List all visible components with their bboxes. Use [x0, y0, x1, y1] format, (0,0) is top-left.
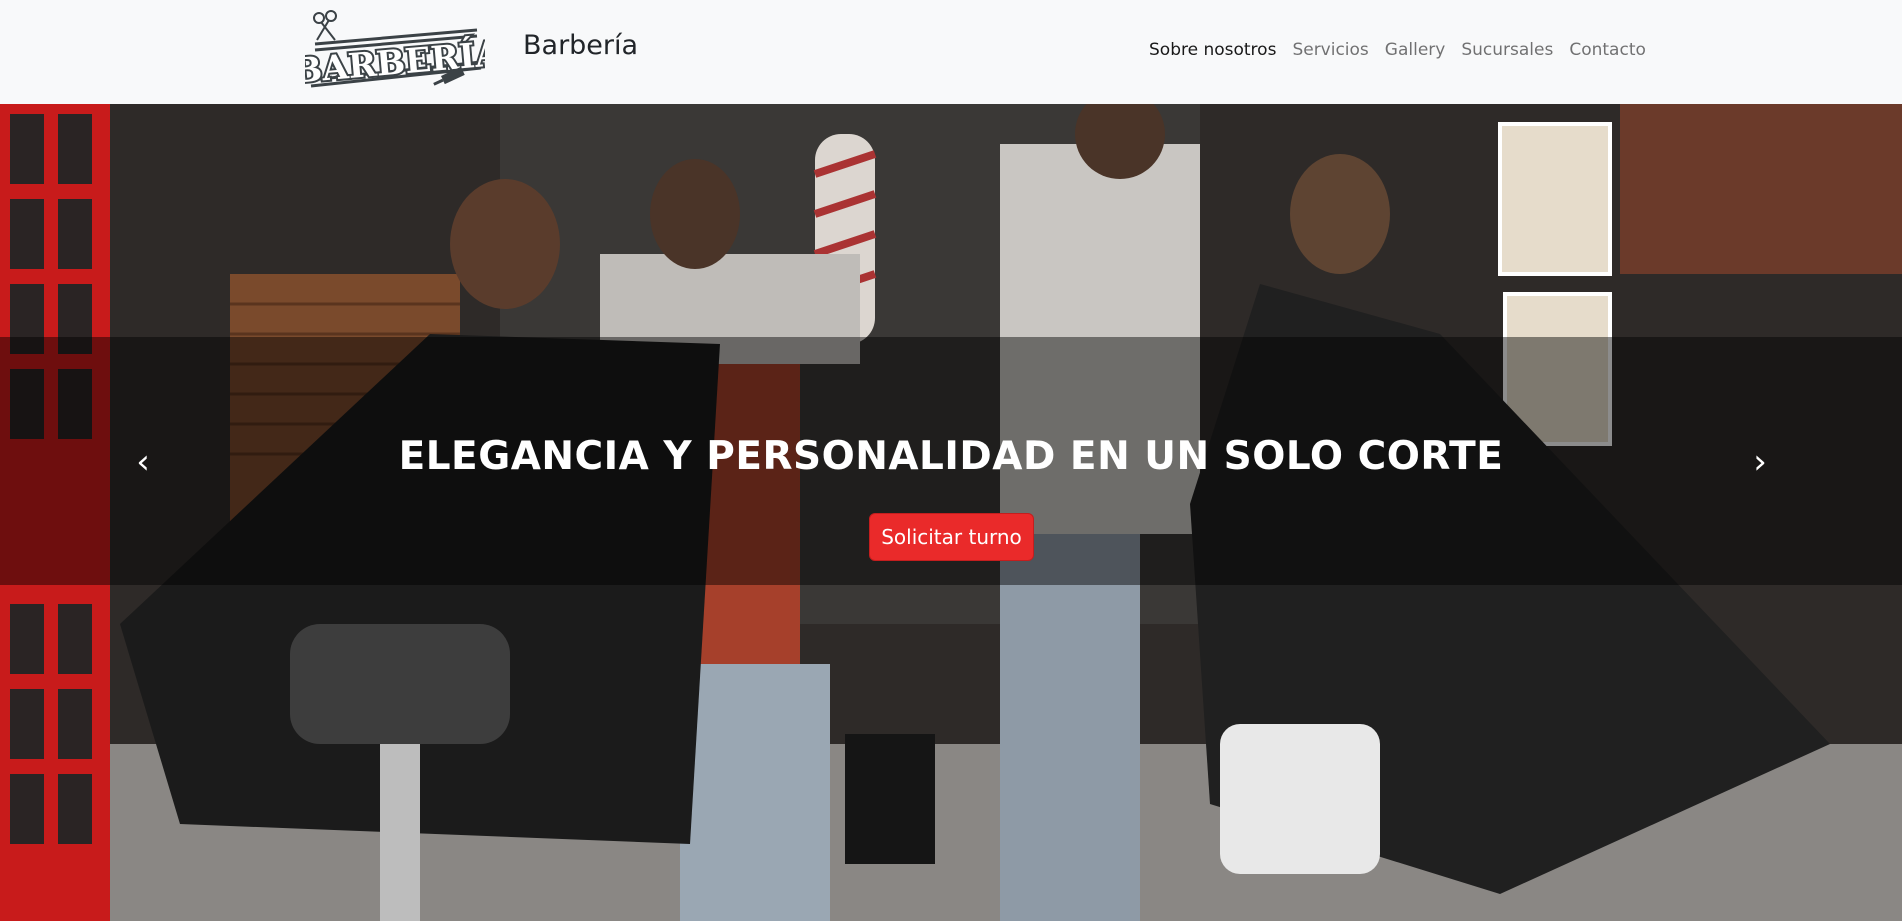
hero-carousel: ELEGANCIA Y PERSONALIDAD EN UN SOLO CORT… — [0, 104, 1902, 921]
hero-title: ELEGANCIA Y PERSONALIDAD EN UN SOLO CORT… — [398, 434, 1504, 479]
nav-servicios[interactable]: Servicios — [1292, 40, 1368, 60]
navbar: BARBERÍA Barbería Sobre nosotros Servici… — [0, 0, 1902, 104]
brand-name[interactable]: Barbería — [523, 30, 638, 61]
barberia-logo[interactable]: BARBERÍA — [305, 10, 485, 92]
carousel-prev-icon[interactable]: ‹ — [123, 442, 163, 482]
nav-contacto[interactable]: Contacto — [1569, 40, 1646, 60]
nav-gallery[interactable]: Gallery — [1385, 40, 1446, 60]
nav-sucursales[interactable]: Sucursales — [1461, 40, 1553, 60]
nav-sobre-nosotros[interactable]: Sobre nosotros — [1149, 40, 1276, 60]
carousel-next-icon[interactable]: › — [1740, 442, 1780, 482]
solicitar-turno-button[interactable]: Solicitar turno — [869, 513, 1034, 561]
main-nav: Sobre nosotros Servicios Gallery Sucursa… — [1149, 40, 1646, 60]
